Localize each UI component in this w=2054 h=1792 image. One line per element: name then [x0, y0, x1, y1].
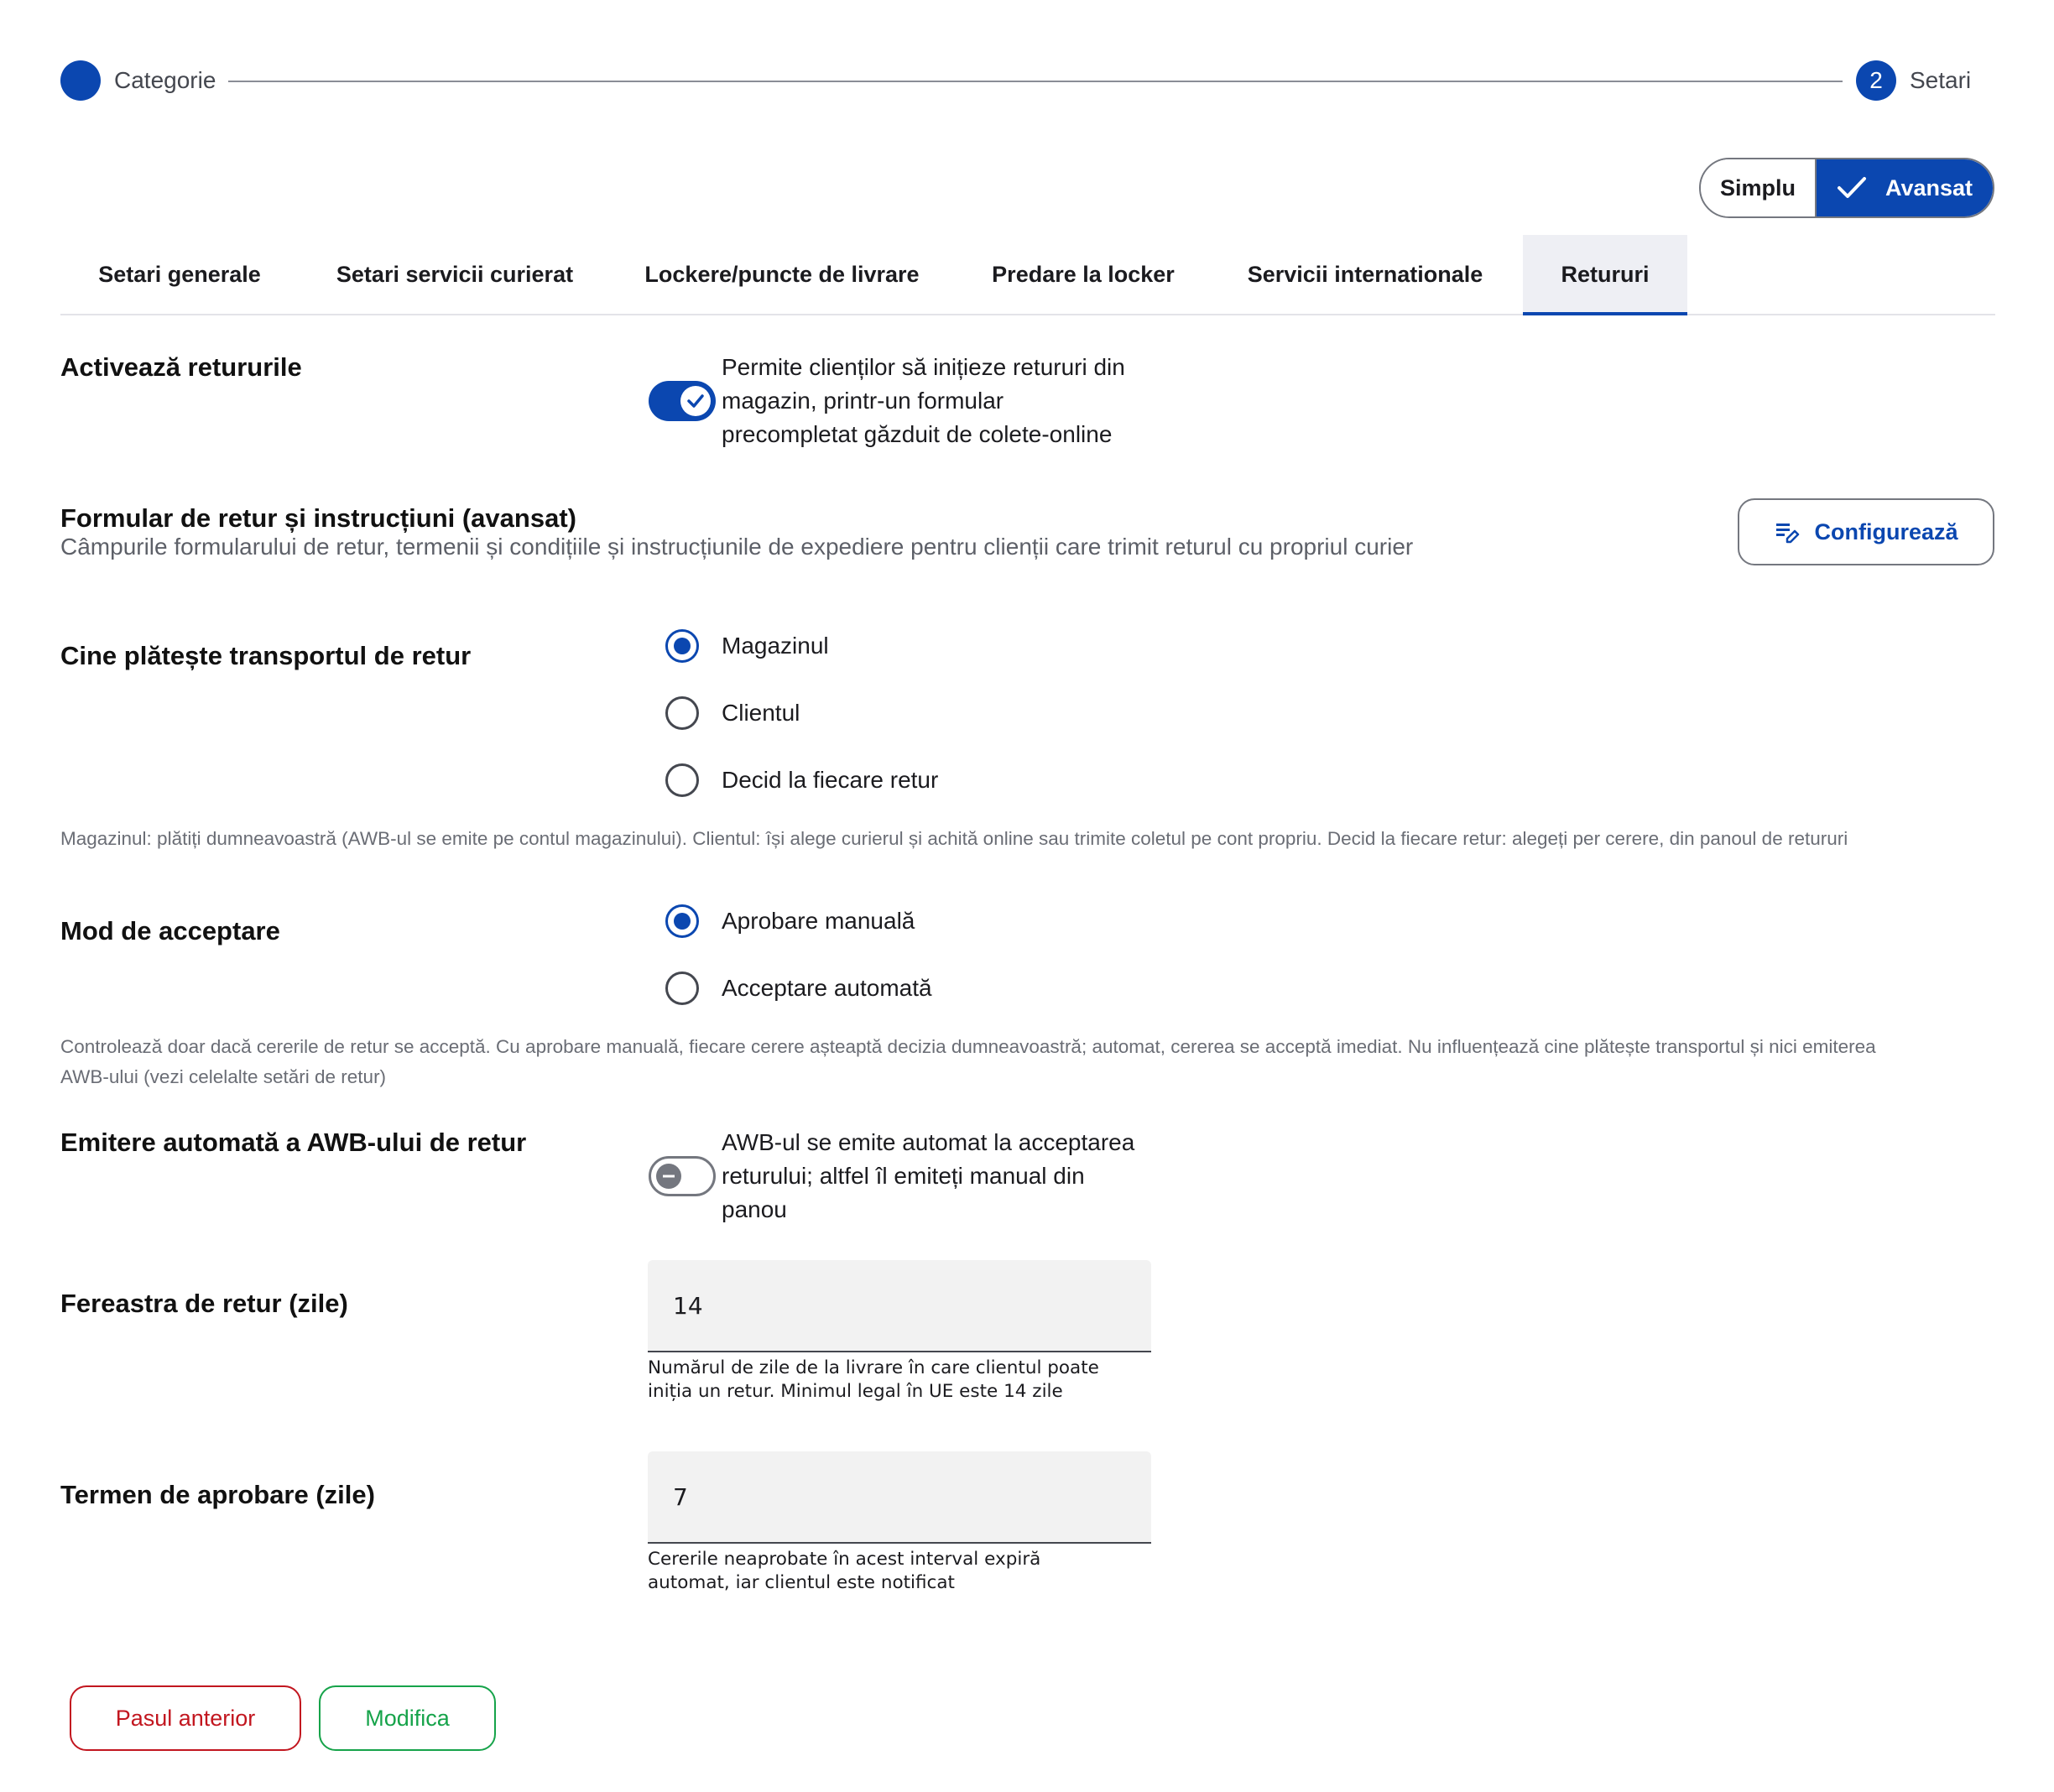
acceptance-mode-help: Controlează doar dacă cererile de retur …	[60, 1032, 1999, 1092]
tab-retururi[interactable]: Retururi	[1523, 235, 1687, 315]
radio-decid-la-fiecare-retur[interactable]	[665, 763, 699, 797]
configure-button-label: Configurează	[1814, 518, 1958, 544]
return-window-field	[648, 1260, 1151, 1352]
tab-label: Servicii internationale	[1247, 261, 1483, 287]
enable-returns-title: Activează retururile	[60, 352, 302, 382]
help-line: AWB-ului (vezi celelalte setări de retur…	[60, 1066, 387, 1087]
shipping-payer-help: Magazinul: plătiți dumneavoastră (AWB-ul…	[60, 828, 1848, 849]
radio-magazinul[interactable]	[665, 629, 699, 663]
radio-label: Aprobare manuală	[722, 908, 915, 934]
help-line: automat, iar clientul este notificat	[648, 1572, 955, 1593]
radio-label: Magazinul	[722, 633, 829, 659]
previous-step-label: Pasul anterior	[115, 1705, 256, 1731]
radio-label: Decid la fiecare retur	[722, 767, 939, 793]
mode-advanced-label: Avansat	[1885, 175, 1973, 201]
radio-label: Acceptare automată	[722, 975, 932, 1001]
auto-awb-description: AWB-ul se emite automat la acceptarea re…	[722, 1126, 1134, 1227]
return-window-help: Numărul de zile de la livrare în care cl…	[648, 1357, 1151, 1404]
modify-label: Modifica	[365, 1705, 450, 1731]
switch-knob	[656, 1164, 681, 1189]
configure-button[interactable]: Configurează	[1738, 498, 1994, 565]
tab-label: Retururi	[1561, 261, 1650, 287]
enable-returns-description: Permite clienților să inițieze retururi …	[722, 351, 1125, 451]
enable-returns-switch[interactable]	[649, 381, 716, 421]
stepper-connector	[228, 81, 1843, 82]
tab-label: Setari servicii curierat	[336, 261, 574, 287]
step-2-label: Setari	[1910, 67, 1972, 93]
help-line: iniția un retur. Minimul legal în UE est…	[648, 1381, 1063, 1402]
help-line: Numărul de zile de la livrare în care cl…	[648, 1357, 1099, 1378]
mode-simple-label: Simplu	[1719, 175, 1796, 201]
tab-label: Predare la locker	[992, 261, 1175, 287]
radio-acceptare-automata[interactable]	[665, 972, 699, 1005]
step-1-label: Categorie	[114, 67, 216, 93]
switch-knob	[680, 386, 711, 416]
modify-button[interactable]: Modifica	[319, 1685, 496, 1751]
description-line: Permite clienților să inițieze retururi …	[722, 354, 1125, 380]
approval-term-field	[648, 1451, 1151, 1544]
description-line: panou	[722, 1196, 787, 1222]
check-icon	[687, 394, 704, 408]
step-2-indicator: 2	[1856, 60, 1896, 101]
minus-icon	[663, 1175, 675, 1178]
description-line: precompletat găzduit de colete-online	[722, 421, 1113, 447]
description-line: returului; altfel îl emiteți manual din	[722, 1163, 1085, 1189]
tab-setari-generale[interactable]: Setari generale	[60, 235, 299, 314]
radio-label: Clientul	[722, 700, 800, 726]
tab-lockere-puncte-livrare[interactable]: Lockere/puncte de livrare	[611, 235, 953, 314]
acceptance-mode-title: Mod de acceptare	[60, 916, 280, 945]
approval-term-help: Cererile neaprobate în acest interval ex…	[648, 1548, 1151, 1595]
description-line: AWB-ul se emite automat la acceptarea	[722, 1129, 1135, 1155]
help-line: Cererile neaprobate în acest interval ex…	[648, 1549, 1041, 1570]
mode-toggle: Simplu Avansat	[1699, 158, 1994, 218]
auto-awb-switch[interactable]	[649, 1156, 716, 1196]
mode-simple-button[interactable]: Simplu	[1701, 159, 1817, 216]
edit-list-icon	[1774, 518, 1801, 545]
approval-term-title: Termen de aprobare (zile)	[60, 1480, 375, 1509]
settings-tabs: Setari generale Setari servicii curierat…	[60, 235, 1995, 315]
return-form-description: Câmpurile formularului de retur, termeni…	[60, 534, 1414, 560]
tab-label: Lockere/puncte de livrare	[644, 261, 920, 287]
tab-label: Setari generale	[98, 261, 261, 287]
tab-servicii-internationale[interactable]: Servicii internationale	[1213, 235, 1517, 314]
auto-awb-title: Emitere automată a AWB-ului de retur	[60, 1128, 527, 1157]
return-window-title: Fereastra de retur (zile)	[60, 1289, 348, 1318]
help-line: Controlează doar dacă cererile de retur …	[60, 1036, 1876, 1057]
tab-setari-servicii-curierat[interactable]: Setari servicii curierat	[299, 235, 611, 314]
check-icon	[1837, 175, 1867, 201]
return-window-input[interactable]	[673, 1260, 1126, 1351]
step-1-indicator	[60, 60, 101, 101]
description-line: magazin, printr-un formular	[722, 388, 1004, 414]
approval-term-input[interactable]	[673, 1451, 1126, 1542]
shipping-payer-title: Cine plătește transportul de retur	[60, 641, 472, 670]
tab-predare-la-locker[interactable]: Predare la locker	[953, 235, 1213, 314]
previous-step-button[interactable]: Pasul anterior	[70, 1685, 301, 1751]
radio-aprobare-manuala[interactable]	[665, 904, 699, 938]
mode-advanced-button[interactable]: Avansat	[1817, 159, 1993, 216]
radio-clientul[interactable]	[665, 696, 699, 730]
